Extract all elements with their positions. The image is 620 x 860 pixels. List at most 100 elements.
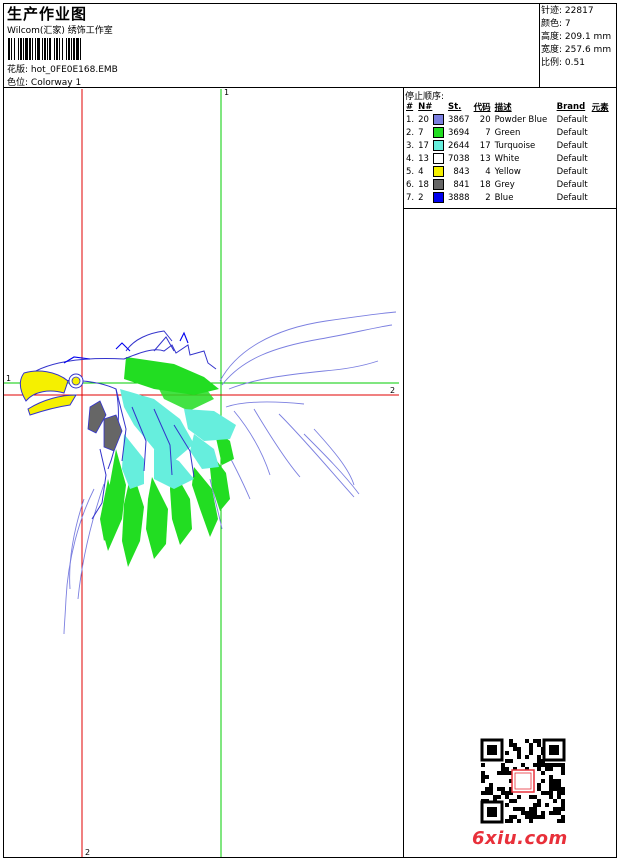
grey-neck-band xyxy=(87,400,123,452)
row-brand: Default xyxy=(556,179,588,190)
row-element xyxy=(590,139,611,152)
row-description: Blue xyxy=(494,192,514,203)
row-needle: 7 xyxy=(418,127,424,138)
stat-scale: 比例: 0.51 xyxy=(541,58,585,68)
table-row: 5. 4 843 4 Yellow Default xyxy=(404,165,611,178)
color-swatch xyxy=(432,153,444,164)
row-index: 4. xyxy=(406,153,415,164)
row-description: Turquoise xyxy=(494,140,536,151)
row-brand: Default xyxy=(556,114,588,125)
row-swatch xyxy=(431,113,446,126)
row-needle: 17 xyxy=(418,140,429,151)
stat-height: 高度: 209.1 mm xyxy=(541,32,612,42)
row-element xyxy=(590,152,611,165)
row-swatch xyxy=(431,191,446,204)
table-row: 6. 18 841 18 Grey Default xyxy=(404,178,611,191)
right-wing-outline xyxy=(209,311,397,530)
col-brand: Brand xyxy=(556,101,586,112)
row-needle: 13 xyxy=(418,153,429,164)
color-swatch xyxy=(432,127,444,138)
stops-table-divider xyxy=(403,208,617,209)
row-code: 7 xyxy=(485,127,491,138)
row-code: 20 xyxy=(479,114,491,125)
row-element xyxy=(590,178,611,191)
stat-width: 宽度: 257.6 mm xyxy=(541,45,612,55)
row-needle: 20 xyxy=(418,114,429,125)
row-element xyxy=(590,113,611,126)
col-description: 描述 xyxy=(494,102,512,113)
row-swatch xyxy=(431,139,446,152)
row-code: 13 xyxy=(479,153,491,164)
row-brand: Default xyxy=(556,140,588,151)
color-swatch xyxy=(432,192,444,203)
row-brand: Default xyxy=(556,166,588,177)
row-element xyxy=(590,191,611,204)
colorway-value: Colorway 1 xyxy=(30,78,82,88)
page-title: 生产作业图 xyxy=(7,5,88,23)
color-swatch xyxy=(432,140,444,151)
row-stitches: 3888 xyxy=(447,192,470,203)
stats-divider xyxy=(539,3,540,88)
color-swatch xyxy=(432,114,444,125)
row-description: Powder Blue xyxy=(494,114,548,125)
eagle-beak xyxy=(19,370,77,416)
col-index: # xyxy=(406,101,414,112)
guide-label-top: 1 xyxy=(224,89,229,97)
row-index: 1. xyxy=(406,114,415,125)
row-description: White xyxy=(494,153,520,164)
stat-stitches: 针迹: 22817 xyxy=(541,6,594,16)
row-description: Green xyxy=(494,127,521,138)
row-stitches: 7038 xyxy=(447,153,470,164)
row-brand: Default xyxy=(556,192,588,203)
row-needle: 18 xyxy=(418,179,429,190)
row-needle: 2 xyxy=(418,192,424,203)
colorway-label: 色位: xyxy=(7,78,29,88)
row-element xyxy=(590,126,611,139)
row-stitches: 843 xyxy=(453,166,470,177)
row-needle: 4 xyxy=(418,166,424,177)
row-index: 6. xyxy=(406,179,415,190)
color-swatch xyxy=(432,179,444,190)
row-stitches: 2644 xyxy=(447,140,470,151)
embroidery-preview: 1 1 2 2 xyxy=(4,89,399,857)
row-index: 5. xyxy=(406,166,415,177)
table-row: 1. 20 3867 20 Powder Blue Default xyxy=(404,113,611,126)
col-element: 元素 xyxy=(591,102,609,113)
design-stats: 针迹: 22817 颜色: 7 高度: 209.1 mm 宽度: 257.6 m… xyxy=(541,5,611,70)
table-row: 4. 13 7038 13 White Default xyxy=(404,152,611,165)
table-row: 3. 17 2644 17 Turquoise Default xyxy=(404,139,611,152)
col-stitches: St. xyxy=(447,101,462,112)
table-row: 7. 2 3888 2 Blue Default xyxy=(404,191,611,204)
eagle-eye xyxy=(68,373,84,389)
design-filename-row: 花版: hot_0FE0E168.EMB xyxy=(7,62,118,75)
row-code: 2 xyxy=(485,192,491,203)
col-needle: N# xyxy=(418,101,433,112)
header-divider xyxy=(3,87,617,88)
table-row: 2. 7 3694 7 Green Default xyxy=(404,126,611,139)
row-element xyxy=(590,165,611,178)
colorway-row: 色位: Colorway 1 xyxy=(7,75,81,88)
watermark-logo: 6xiu.com xyxy=(472,828,568,849)
row-swatch xyxy=(431,126,446,139)
guide-label-bottom: 2 xyxy=(85,848,90,857)
row-code: 18 xyxy=(479,179,491,190)
row-index: 2. xyxy=(406,127,415,138)
guide-label-left: 1 xyxy=(6,374,11,383)
row-index: 3. xyxy=(406,140,415,151)
guide-label-right: 2 xyxy=(390,386,395,395)
row-swatch xyxy=(431,165,446,178)
design-barcode xyxy=(8,38,81,60)
row-code: 4 xyxy=(485,166,491,177)
studio-subtitle: Wilcom(汇家) 绣饰工作室 xyxy=(7,26,113,36)
design-filename: hot_0FE0E168.EMB xyxy=(30,65,118,75)
row-brand: Default xyxy=(556,127,588,138)
row-stitches: 841 xyxy=(453,179,470,190)
row-description: Yellow xyxy=(494,166,521,177)
table-header-row: # N# St. 代码 描述 Brand 元素 xyxy=(404,100,611,113)
row-stitches: 3867 xyxy=(447,114,470,125)
row-description: Grey xyxy=(494,179,515,190)
qr-code xyxy=(480,738,566,824)
stop-sequence-table: # N# St. 代码 描述 Brand 元素 1. 20 3867 20 Powder… xyxy=(404,100,611,204)
row-stitches: 3694 xyxy=(447,127,470,138)
design-label: 花版: xyxy=(7,65,29,75)
